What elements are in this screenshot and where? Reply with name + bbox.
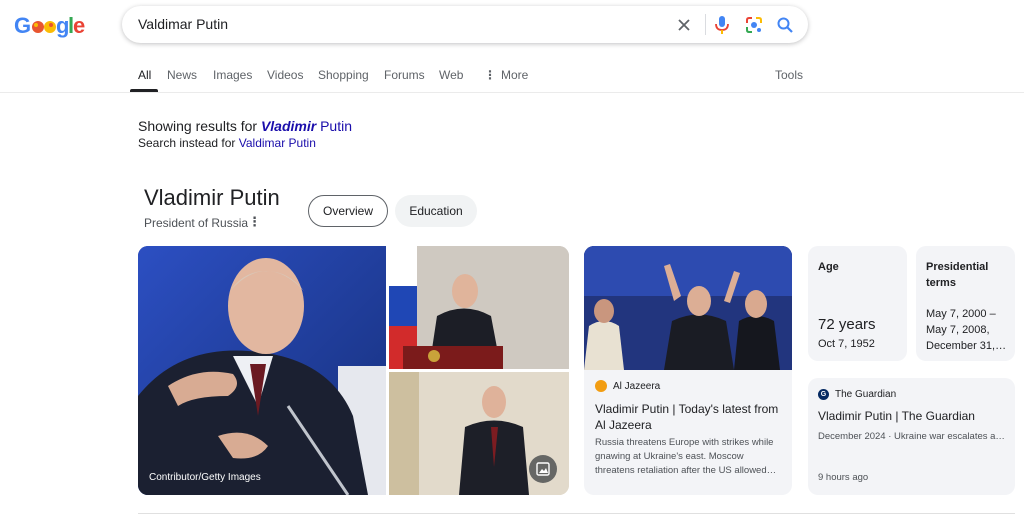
terms-value: May 7, 2000 – May 7, 2008, December 31,…	[926, 308, 1007, 352]
corrected-word: Vladimir	[260, 118, 317, 134]
aljazeera-logo-icon	[595, 380, 607, 392]
terms-label: Presidential terms	[926, 261, 989, 289]
chip-overview[interactable]: Overview	[308, 195, 388, 227]
news-snippet: Russia threatens Europe with strikes whi…	[595, 437, 777, 476]
clear-icon[interactable]	[673, 14, 695, 36]
image-collage[interactable]: Contributor/Getty Images	[138, 246, 569, 495]
microphone-icon[interactable]	[711, 14, 733, 36]
tools-button[interactable]: Tools	[775, 68, 803, 82]
news-thumbnail	[584, 246, 792, 370]
search-box[interactable]: Valdimar Putin	[122, 6, 808, 43]
more-options-icon[interactable]: ⋮	[248, 214, 261, 230]
tab-all[interactable]: All	[138, 68, 151, 82]
tab-videos[interactable]: Videos	[267, 68, 303, 82]
news-card-aljazeera[interactable]: Al Jazeera Vladimir Putin | Today's late…	[584, 246, 792, 495]
lens-icon[interactable]	[743, 14, 765, 36]
guardian-title[interactable]: Vladimir Putin | The Guardian	[818, 409, 975, 423]
guardian-time: 9 hours ago	[818, 472, 869, 483]
instead-prefix: Search instead for	[138, 136, 236, 150]
active-tab-indicator	[130, 89, 158, 92]
section-divider	[138, 513, 1015, 514]
age-label: Age	[818, 261, 839, 273]
image-gallery-icon[interactable]	[529, 455, 557, 483]
tab-shopping[interactable]: Shopping	[318, 68, 369, 82]
guardian-snippet: December 2024 · Ukraine war escalates a…	[818, 431, 1005, 442]
original-query-link[interactable]: Valdimar Putin	[239, 136, 316, 150]
tab-news[interactable]: News	[167, 68, 197, 82]
news-title[interactable]: Vladimir Putin | Today's latest from Al …	[595, 401, 785, 433]
guardian-source-name: The Guardian	[835, 389, 897, 400]
guardian-logo-icon: G	[818, 389, 829, 400]
tab-images[interactable]: Images	[213, 68, 252, 82]
search-icon[interactable]	[774, 14, 796, 36]
news-source-name: Al Jazeera	[613, 380, 661, 392]
portrait-photo-main[interactable]: Contributor/Getty Images	[138, 246, 386, 495]
google-logo[interactable]: G g l e	[14, 12, 88, 40]
birth-date: Oct 7, 1952	[818, 338, 875, 350]
showing-prefix: Showing results for	[138, 118, 258, 134]
news-card-guardian[interactable]: G The Guardian Vladimir Putin | The Guar…	[808, 378, 1015, 495]
search-tabs: All News Images Videos Shopping Forums W…	[0, 60, 1024, 93]
chip-education[interactable]: Education	[395, 195, 477, 227]
tab-web[interactable]: Web	[439, 68, 463, 82]
podium-photo[interactable]	[389, 246, 569, 369]
search-divider	[705, 14, 706, 35]
corrected-query-link[interactable]: Vladimir Putin	[261, 118, 352, 134]
tab-more[interactable]: ⋮ More	[484, 68, 528, 82]
fact-age-card[interactable]: Age 72 years Oct 7, 1952	[808, 246, 907, 361]
svg-text:e: e	[73, 13, 85, 38]
svg-text:G: G	[14, 13, 31, 38]
walking-photo[interactable]	[389, 372, 569, 495]
showing-results-line: Showing results for Vladimir Putin	[138, 118, 352, 134]
search-input[interactable]: Valdimar Putin	[138, 16, 228, 32]
tab-forums[interactable]: Forums	[384, 68, 425, 82]
tab-more-label: More	[501, 68, 529, 82]
age-value: 72 years	[818, 316, 876, 333]
corrected-rest: Putin	[316, 118, 353, 134]
entity-title: Vladimir Putin	[144, 185, 280, 210]
more-vert-icon: ⋮	[484, 68, 496, 82]
image-credit: Contributor/Getty Images	[149, 472, 261, 483]
news-source: Al Jazeera	[595, 380, 660, 392]
guardian-source: G The Guardian	[818, 389, 896, 400]
entity-subtitle: President of Russia	[144, 216, 249, 230]
search-instead-line: Search instead for Valdimar Putin	[138, 136, 316, 150]
fact-terms-card[interactable]: Presidential terms May 7, 2000 – May 7, …	[916, 246, 1015, 361]
